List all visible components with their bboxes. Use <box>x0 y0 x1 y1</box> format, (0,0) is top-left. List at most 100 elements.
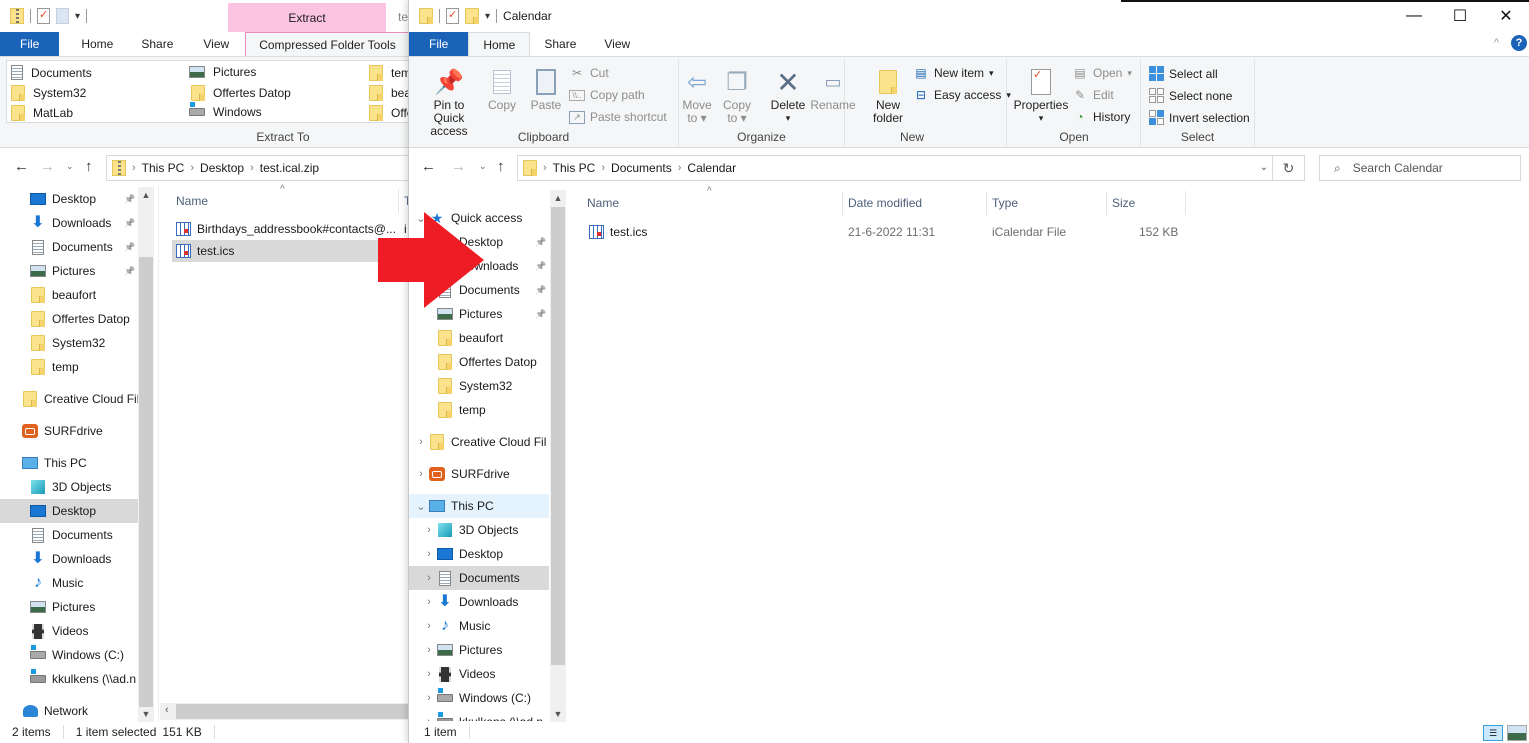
back-button[interactable]: ← <box>421 158 436 175</box>
breadcrumb-calendar[interactable]: Calendar <box>687 161 736 175</box>
scroll-thumb[interactable] <box>139 257 153 707</box>
close-button[interactable]: ✕ <box>1483 0 1529 32</box>
nav-item-creative-cloud-fil[interactable]: Creative Cloud Fil <box>0 387 139 411</box>
column-header-name[interactable]: Name <box>587 191 619 215</box>
right-nav-scrollbar[interactable]: ▲ ▼ <box>550 190 566 722</box>
nav-item-desktop[interactable]: › Desktop <box>409 542 549 566</box>
search-input[interactable]: ⌕ Search Calendar <box>1319 155 1521 181</box>
large-icons-view-button[interactable] <box>1507 725 1527 741</box>
nav-item-this-pc[interactable]: ⌄ This PC <box>409 494 549 518</box>
scroll-up-arrow[interactable]: ▲ <box>138 187 154 203</box>
column-header-date-modified[interactable]: Date modified <box>848 191 922 215</box>
properties-icon[interactable] <box>37 8 50 24</box>
tab-view[interactable]: View <box>590 32 644 56</box>
chevron-right-icon[interactable]: › <box>421 644 437 656</box>
breadcrumb-desktop[interactable]: Desktop <box>200 161 244 175</box>
file-row[interactable]: Birthdays_addressbook#contacts@... <box>172 218 410 240</box>
nav-item-pictures[interactable]: Pictures <box>0 595 138 619</box>
forward-button[interactable]: → <box>451 158 466 175</box>
cut-button[interactable]: ✂ Cut <box>569 66 609 80</box>
nav-item-videos[interactable]: Videos <box>0 619 138 643</box>
tab-share[interactable]: Share <box>530 32 590 56</box>
chevron-right-icon[interactable]: › <box>421 596 437 608</box>
nav-item-beaufort[interactable]: beaufort <box>0 283 138 307</box>
copy-path-button[interactable]: \\.. Copy path <box>569 88 645 102</box>
delete-button[interactable]: ✕ Delete ▾ <box>771 65 806 125</box>
chevron-right-icon[interactable]: › <box>413 436 429 448</box>
nav-item-desktop[interactable]: Desktop 📌 <box>0 187 138 211</box>
select-none-button[interactable]: Select none <box>1149 88 1232 103</box>
move-to-button[interactable]: ⇦ Move to ▾ <box>682 65 711 125</box>
nav-item-surfdrive[interactable]: SURFdrive <box>0 419 138 443</box>
extract-to-matlab[interactable]: MatLab <box>11 105 73 121</box>
nav-item-kkulkens-ad-n[interactable]: kkulkens (\\ad.n <box>0 667 138 691</box>
minimize-button[interactable]: — <box>1391 0 1437 32</box>
nav-item-downloads[interactable]: › ⬇ Downloads <box>409 590 549 614</box>
extract-to-documents[interactable]: Documents <box>11 65 92 80</box>
scroll-down-arrow[interactable]: ▼ <box>550 706 566 722</box>
column-header-size[interactable]: Size <box>1112 191 1135 215</box>
extract-to-beaufort[interactable]: bea <box>369 85 410 101</box>
chevron-right-icon[interactable]: › <box>421 548 437 560</box>
nav-item-pictures[interactable]: › Pictures <box>409 638 549 662</box>
chevron-right-icon[interactable]: › <box>421 620 437 632</box>
nav-item-documents[interactable]: › Documents <box>409 566 549 590</box>
nav-item-3d-objects[interactable]: 3D Objects <box>0 475 138 499</box>
breadcrumb-zip[interactable]: test.ical.zip <box>260 161 319 175</box>
tab-share[interactable]: Share <box>127 32 187 56</box>
properties-icon[interactable] <box>446 8 459 24</box>
column-header-type[interactable]: Type <box>992 191 1018 215</box>
h-scroll-thumb[interactable] <box>176 704 410 719</box>
nav-item-downloads[interactable]: ⬇ Downloads 📌 <box>0 211 138 235</box>
chevron-down-icon[interactable]: ⌄ <box>413 500 429 513</box>
nav-item-videos[interactable]: › Videos <box>409 662 549 686</box>
new-folder-icon[interactable] <box>465 8 479 24</box>
file-row[interactable]: test.ics 21-6-2022 11:31 iCalendar File … <box>585 221 1185 243</box>
column-header-name[interactable]: Name <box>176 189 208 213</box>
up-button[interactable]: ↑ <box>85 158 93 175</box>
tab-home[interactable]: Home <box>59 32 127 56</box>
customize-toolbar-icon[interactable]: ▾ <box>485 11 490 22</box>
new-item-button[interactable]: ▤ New item ▾ <box>913 66 993 80</box>
new-folder-button[interactable]: New folder <box>873 65 903 125</box>
customize-toolbar-icon[interactable]: ▾ <box>75 11 80 22</box>
history-button[interactable]: ◔ History <box>1072 110 1130 124</box>
breadcrumb-documents[interactable]: Documents <box>611 161 672 175</box>
nav-item-temp[interactable]: temp <box>0 355 138 379</box>
nav-item-music[interactable]: › ♪ Music <box>409 614 549 638</box>
file-row-selected[interactable]: test.ics <box>172 240 410 262</box>
refresh-button[interactable]: ↻ <box>1272 156 1304 180</box>
nav-item-kkulkens-ad-n[interactable]: ›kkulkens (\\ad.n <box>409 710 549 721</box>
paste-button[interactable]: Paste <box>529 65 563 112</box>
scroll-down-arrow[interactable]: ▼ <box>138 706 154 722</box>
nav-item-windows-c[interactable]: › Windows (C:) <box>409 686 549 710</box>
nav-item-creative-cloud-fil[interactable]: › Creative Cloud Fil <box>409 430 549 454</box>
forward-button[interactable]: → <box>40 158 55 175</box>
nav-item-desktop[interactable]: Desktop <box>0 499 138 523</box>
extract-to-temp[interactable]: tem <box>369 65 410 81</box>
up-button[interactable]: ↑ <box>497 158 505 175</box>
nav-item-documents[interactable]: Documents 📌 <box>0 235 138 259</box>
extract-to-windows[interactable]: Windows <box>189 102 262 119</box>
paste-shortcut-button[interactable]: ↗ Paste shortcut <box>569 110 667 124</box>
nav-item-system32[interactable]: System32 <box>409 374 549 398</box>
copy-to-button[interactable]: ❐ Copy to ▾ <box>723 65 751 125</box>
tab-view[interactable]: View <box>187 32 245 56</box>
edit-button[interactable]: ✎ Edit <box>1072 88 1114 102</box>
select-all-button[interactable]: Select all <box>1149 66 1218 81</box>
nav-item-offertes-datop[interactable]: Offertes Datop <box>0 307 138 331</box>
minimize-ribbon-button[interactable]: ^ <box>1494 37 1499 49</box>
address-bar[interactable]: › This PC › Documents › Calendar ⌄ ↻ <box>517 155 1305 181</box>
tab-file[interactable]: File <box>409 32 469 56</box>
rename-button[interactable]: ▭ Rename <box>810 65 855 112</box>
scroll-left-arrow[interactable]: ‹ <box>165 704 169 716</box>
extract-to-system32[interactable]: System32 <box>11 85 86 101</box>
recent-locations-button[interactable]: ⌄ <box>479 161 487 172</box>
maximize-button[interactable]: ☐ <box>1437 0 1483 32</box>
copy-button[interactable]: Copy <box>487 65 517 112</box>
invert-selection-button[interactable]: Invert selection <box>1149 110 1250 125</box>
chevron-right-icon[interactable]: › <box>421 668 437 680</box>
nav-item-3d-objects[interactable]: › 3D Objects <box>409 518 549 542</box>
properties-button[interactable]: Properties ▾ <box>1012 65 1070 125</box>
nav-item-documents[interactable]: Documents <box>0 523 138 547</box>
